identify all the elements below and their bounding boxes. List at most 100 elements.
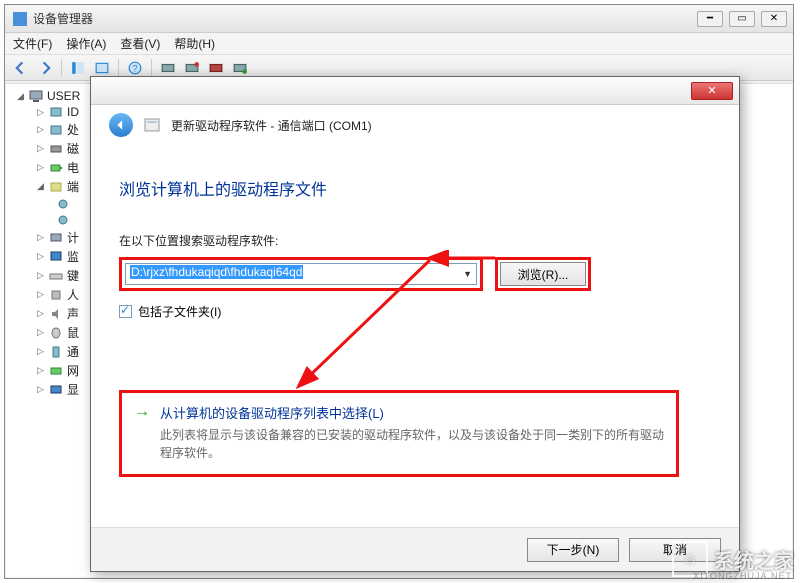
watermark-brand: 系统之家 (714, 545, 794, 574)
toolbar-separator (118, 59, 119, 77)
usb-icon (49, 345, 63, 359)
titlebar: 设备管理器 ━ ▭ ✕ (5, 5, 793, 33)
pick-from-list-description: 此列表将显示与该设备兼容的已安装的驱动程序软件，以及与该设备处于同一类别下的所有… (160, 426, 664, 462)
tree-item-label: 处 (67, 121, 79, 138)
update-driver-dialog: ✕ 更新驱动程序软件 - 通信端口 (COM1) 浏览计算机上的驱动程序文件 在… (90, 76, 740, 572)
path-highlight: D:\rjxz\fhdukaqiqd\fhdukaqi64qd ▼ (119, 257, 483, 291)
device-icon (49, 123, 63, 137)
expander-icon[interactable]: ◢ (36, 182, 45, 191)
search-location-label: 在以下位置搜索驱动程序软件: (119, 232, 715, 249)
hid-icon (49, 288, 63, 302)
tree-item-label: 监 (67, 248, 79, 265)
tree-item-label: 鼠 (67, 324, 79, 341)
toolbar-separator (151, 59, 152, 77)
expander-icon[interactable]: ▷ (36, 309, 45, 318)
include-subfolders-row: 包括子文件夹(I) (119, 303, 715, 320)
disk-icon (49, 142, 63, 156)
tree-item-label: 端 (67, 178, 79, 195)
watermark-url: XITONGZHUJA.NET (693, 571, 792, 581)
menubar: 文件(F) 操作(A) 查看(V) 帮助(H) (5, 33, 793, 55)
expander-icon[interactable]: ▷ (36, 163, 45, 172)
expander-icon[interactable]: ▷ (36, 252, 45, 261)
back-button[interactable] (109, 113, 133, 137)
tree-item-label: ID (67, 105, 79, 119)
minimize-button[interactable]: ━ (697, 11, 723, 27)
include-subfolders-label: 包括子文件夹(I) (138, 303, 221, 320)
arrow-right-icon: → (134, 403, 150, 462)
expander-icon[interactable]: ▷ (36, 233, 45, 242)
port-icon (56, 213, 70, 227)
window-buttons: ━ ▭ ✕ (697, 11, 793, 27)
menu-file[interactable]: 文件(F) (13, 35, 52, 52)
dialog-close-button[interactable]: ✕ (691, 82, 733, 100)
window-title: 设备管理器 (33, 10, 697, 27)
dialog-titlebar: ✕ (91, 77, 739, 105)
expander-icon[interactable]: ▷ (36, 108, 45, 117)
pick-from-list-option[interactable]: → 从计算机的设备驱动程序列表中选择(L) 此列表将显示与该设备兼容的已安装的驱… (134, 403, 664, 462)
help-button[interactable]: ? (125, 58, 145, 78)
port-icon (49, 180, 63, 194)
expander-icon[interactable]: ▷ (36, 385, 45, 394)
include-subfolders-checkbox[interactable] (119, 305, 132, 318)
show-hide-tree-button[interactable] (68, 58, 88, 78)
driver-icon (143, 116, 161, 134)
audio-icon (49, 307, 63, 321)
menu-view[interactable]: 查看(V) (120, 35, 160, 52)
tree-item-label: 声 (67, 305, 79, 322)
path-row: D:\rjxz\fhdukaqiqd\fhdukaqi64qd ▼ 浏览(R).… (119, 257, 715, 291)
browse-highlight: 浏览(R)... (495, 257, 591, 291)
dialog-body: 浏览计算机上的驱动程序文件 在以下位置搜索驱动程序软件: D:\rjxz\fhd… (91, 146, 739, 485)
monitor-icon (49, 250, 63, 264)
dialog-header-text: 更新驱动程序软件 - 通信端口 (COM1) (171, 117, 372, 134)
next-button[interactable]: 下一步(N) (527, 538, 619, 562)
expander-icon[interactable]: ▷ (36, 144, 45, 153)
computer-icon (49, 231, 63, 245)
tree-item-label: 计 (67, 229, 79, 246)
disable-button[interactable] (230, 58, 250, 78)
update-driver-button[interactable] (182, 58, 202, 78)
tree-item-label: 显 (67, 381, 79, 398)
app-icon (13, 12, 27, 26)
tree-item-label: 网 (67, 362, 79, 379)
tree-item-label: 键 (67, 267, 79, 284)
maximize-button[interactable]: ▭ (729, 11, 755, 27)
close-button[interactable]: ✕ (761, 11, 787, 27)
device-icon (49, 105, 63, 119)
mouse-icon (49, 326, 63, 340)
expander-icon[interactable]: ▷ (36, 366, 45, 375)
uninstall-button[interactable] (206, 58, 226, 78)
properties-button[interactable] (92, 58, 112, 78)
dialog-title: 浏览计算机上的驱动程序文件 (119, 176, 715, 200)
display-icon (49, 383, 63, 397)
network-icon (49, 364, 63, 378)
tree-item-label: 通 (67, 343, 79, 360)
menu-action[interactable]: 操作(A) (66, 35, 106, 52)
expander-icon[interactable]: ▷ (36, 328, 45, 337)
expander-icon[interactable]: ▷ (36, 347, 45, 356)
expander-icon[interactable]: ▷ (36, 271, 45, 280)
pick-from-list-title: 从计算机的设备驱动程序列表中选择(L) (160, 403, 664, 422)
scan-hardware-button[interactable] (158, 58, 178, 78)
nav-forward-button[interactable] (35, 58, 55, 78)
dropdown-icon[interactable]: ▼ (463, 269, 472, 279)
keyboard-icon (49, 269, 63, 283)
menu-help[interactable]: 帮助(H) (174, 35, 215, 52)
dialog-header: 更新驱动程序软件 - 通信端口 (COM1) (91, 105, 739, 146)
expander-icon[interactable]: ▷ (36, 290, 45, 299)
tree-root-label: USER (47, 89, 80, 103)
tree-item-label: 电 (67, 159, 79, 176)
nav-back-button[interactable] (11, 58, 31, 78)
browse-button[interactable]: 浏览(R)... (500, 262, 586, 286)
driver-path-value: D:\rjxz\fhdukaqiqd\fhdukaqi64qd (130, 265, 303, 279)
driver-path-input[interactable]: D:\rjxz\fhdukaqiqd\fhdukaqi64qd ▼ (125, 263, 477, 285)
battery-icon (49, 161, 63, 175)
port-icon (56, 197, 70, 211)
tree-item-label: 人 (67, 286, 79, 303)
expander-icon[interactable]: ▷ (36, 125, 45, 134)
computer-icon (29, 89, 43, 103)
tree-item-label: 磁 (67, 140, 79, 157)
pick-from-list-highlight: → 从计算机的设备驱动程序列表中选择(L) 此列表将显示与该设备兼容的已安装的驱… (119, 390, 679, 477)
toolbar-separator (61, 59, 62, 77)
svg-text:?: ? (132, 63, 137, 73)
expander-icon[interactable]: ◢ (16, 92, 25, 101)
